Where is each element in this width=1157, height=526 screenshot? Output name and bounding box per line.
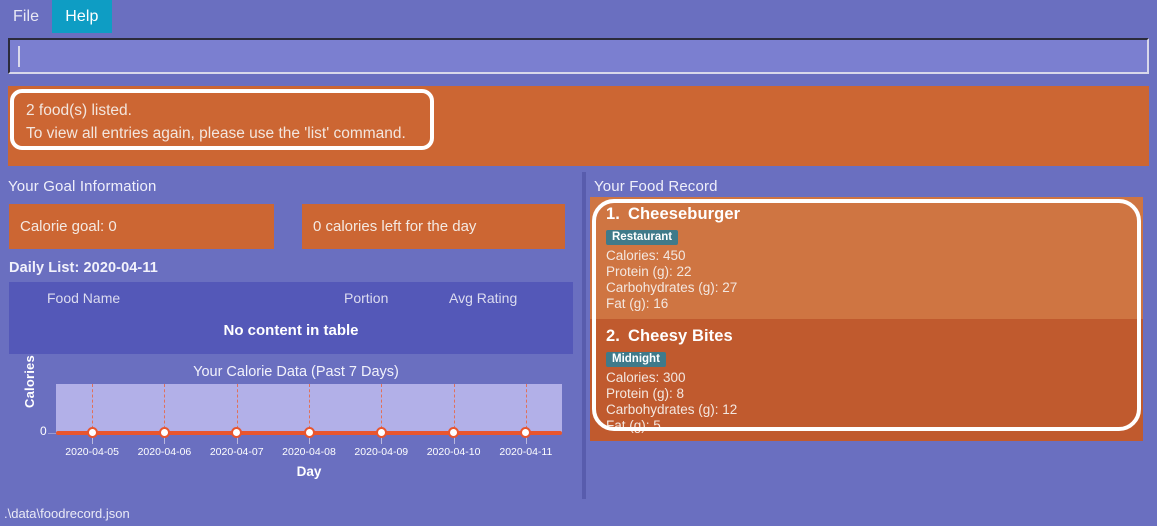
chart-x-tick-label: 2020-04-07 xyxy=(209,446,264,458)
table-header-row: Food Name Portion Avg Rating xyxy=(9,282,573,306)
food-record-item-1[interactable]: 1. Cheeseburger Restaurant Calories: 450 … xyxy=(590,197,1143,319)
menu-item-file[interactable]: File xyxy=(0,0,52,33)
food-record-item-1-heading: 1. Cheeseburger xyxy=(606,205,1143,224)
chart-x-tick-label: 2020-04-06 xyxy=(137,446,192,458)
chart-data-point[interactable] xyxy=(448,427,460,438)
goal-cards-row: Calorie goal: 0 0 calories left for the … xyxy=(0,195,582,249)
daily-list-table[interactable]: Food Name Portion Avg Rating No content … xyxy=(9,282,573,354)
table-column-food-name: Food Name xyxy=(47,290,121,306)
status-bar-path: .\data\foodrecord.json xyxy=(4,505,130,521)
menu-bar: File Help xyxy=(0,0,1157,33)
result-message-line-1: 2 food(s) listed. xyxy=(26,102,132,119)
food-record-item-1-index: 1. xyxy=(606,205,620,223)
food-record-item-2-name: Cheesy Bites xyxy=(627,327,733,345)
calories-left-text: 0 calories left for the day xyxy=(313,218,477,235)
food-record-item-2-heading: 2. Cheesy Bites xyxy=(606,327,1143,346)
food-record-item-2-protein: Protein (g): 8 xyxy=(606,386,685,401)
chart-x-tick-label: 2020-04-10 xyxy=(426,446,481,458)
text-caret xyxy=(18,45,20,67)
chart-data-point[interactable] xyxy=(375,427,387,438)
chart-data-point[interactable] xyxy=(158,427,170,438)
food-record-item-1-name: Cheeseburger xyxy=(627,205,741,223)
chart-data-point[interactable] xyxy=(86,427,98,438)
table-empty-message: No content in table xyxy=(223,322,359,339)
status-bar: .\data\foodrecord.json xyxy=(0,500,1157,526)
chart-y-tick-0: 0 xyxy=(40,424,47,438)
table-column-portion: Portion xyxy=(344,290,389,306)
food-record-item-2-carbs: Carbohydrates (g): 12 xyxy=(606,402,738,417)
food-record-item-2-index: 2. xyxy=(606,327,620,345)
food-record-item-2-calories: Calories: 300 xyxy=(606,370,686,385)
chart-x-tick-label: 2020-04-08 xyxy=(282,446,336,458)
goal-panel-title: Your Goal Information xyxy=(8,178,157,195)
chart-data-point[interactable] xyxy=(231,427,243,438)
command-input[interactable] xyxy=(8,38,1149,74)
chart-x-axis-label: Day xyxy=(296,464,322,479)
calories-left-card: 0 calories left for the day xyxy=(302,204,565,249)
food-record-item-1-carbs: Carbohydrates (g): 27 xyxy=(606,280,738,295)
daily-list-title: Daily List: 2020-04-11 xyxy=(9,260,158,276)
calorie-chart: Your Calorie Data (Past 7 Days) Calories… xyxy=(0,355,582,492)
food-record-item-2[interactable]: 2. Cheesy Bites Midnight Calories: 300 Pr… xyxy=(590,319,1143,441)
chart-data-point[interactable] xyxy=(520,427,532,438)
menu-item-help[interactable]: Help xyxy=(52,0,112,33)
food-record-title: Your Food Record xyxy=(594,178,718,195)
left-panel: Your Goal Information Calorie goal: 0 0 … xyxy=(0,172,582,499)
chart-x-tick-label: 2020-04-09 xyxy=(354,446,409,458)
chart-data-point[interactable] xyxy=(303,427,315,438)
food-record-item-1-calories: Calories: 450 xyxy=(606,248,686,263)
result-message-line-2: To view all entries again, please use th… xyxy=(26,125,406,142)
chart-title: Your Calorie Data (Past 7 Days) xyxy=(193,364,399,380)
calorie-goal-card: Calorie goal: 0 xyxy=(9,204,274,249)
food-record-item-2-fat: Fat (g): 5 xyxy=(606,418,661,433)
table-column-avg-rating: Avg Rating xyxy=(449,290,518,306)
chart-x-tick-label: 2020-04-05 xyxy=(65,446,119,458)
food-record-item-1-tag: Restaurant xyxy=(606,230,679,245)
food-record-item-1-fat: Fat (g): 16 xyxy=(606,296,669,311)
app-window: File Help 2 food(s) listed. To view all … xyxy=(0,0,1157,526)
food-record-item-2-tag: Midnight xyxy=(606,352,666,367)
result-message-highlight: 2 food(s) listed. To view all entries ag… xyxy=(10,89,434,150)
calorie-goal-text: Calorie goal: 0 xyxy=(20,218,117,235)
food-record-list[interactable]: 1. Cheeseburger Restaurant Calories: 450 … xyxy=(590,197,1143,441)
chart-x-tick-label: 2020-04-11 xyxy=(499,446,553,458)
food-record-item-1-protein: Protein (g): 22 xyxy=(606,264,692,279)
chart-y-axis-label: Calories xyxy=(22,355,37,408)
